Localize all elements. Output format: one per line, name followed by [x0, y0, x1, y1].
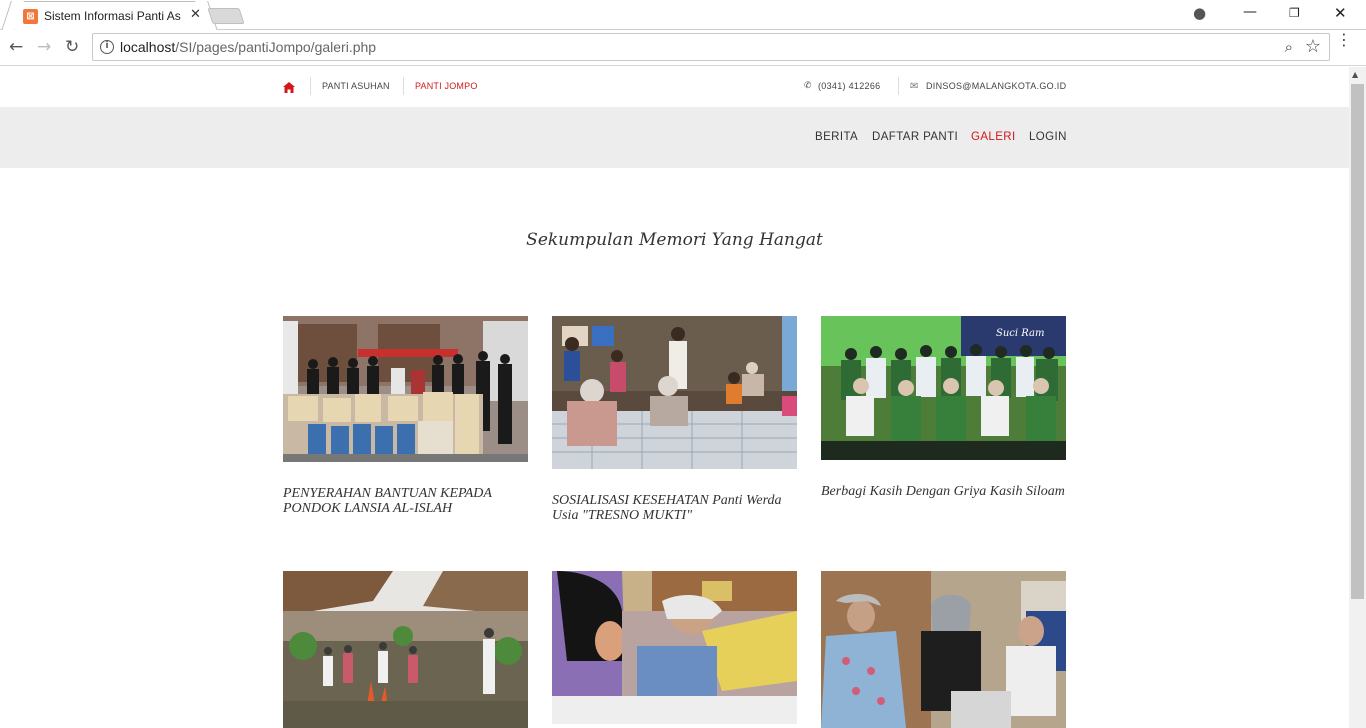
gallery-photo[interactable] [283, 571, 528, 728]
restore-icon[interactable]: ❐ [1289, 6, 1300, 20]
minimize-icon[interactable]: — [1243, 4, 1257, 20]
scrollbar-thumb[interactable] [1351, 84, 1364, 599]
divider [403, 77, 404, 95]
close-tab-icon[interactable]: ✕ [190, 7, 201, 22]
nav-daftar-panti[interactable]: DAFTAR PANTI [872, 131, 958, 143]
gallery-caption[interactable]: PENYERAHAN BANTUAN KEPADA PONDOK LANSIA … [283, 486, 528, 516]
gallery-photo[interactable] [821, 571, 1066, 728]
gallery-photo[interactable]: Suci Ram [821, 316, 1066, 460]
gallery-photo[interactable] [552, 571, 797, 724]
xampp-favicon-icon: ⊠ [23, 9, 38, 24]
gallery-caption[interactable]: SOSIALISASI KESEHATAN Panti Werda Usia "… [552, 493, 797, 523]
browser-tab-strip: ⊠ Sistem Informasi Panti As ✕ ● — ❐ ✕ [0, 0, 1366, 31]
url-host: localhost [120, 39, 176, 55]
info-icon[interactable]: i [100, 40, 114, 54]
reload-icon[interactable]: ↻ [65, 37, 79, 57]
envelope-icon: ✉ [910, 81, 919, 92]
url-text[interactable]: localhost/SI/pages/pantiJompo/galeri.php [120, 39, 376, 55]
svg-text:Suci Ram: Suci Ram [996, 328, 1044, 339]
phone-icon: ✆ [804, 81, 812, 91]
main-navigation: BERITA DAFTAR PANTI GALERI LOGIN [0, 107, 1349, 168]
zoom-icon[interactable]: ⌕ [1285, 38, 1293, 56]
divider [898, 77, 899, 95]
divider [310, 77, 311, 95]
gallery-photo[interactable] [283, 316, 528, 462]
bookmark-star-icon[interactable]: ☆ [1305, 36, 1321, 57]
url-path: /SI/pages/pantiJompo/galeri.php [175, 39, 377, 55]
gallery-heading: Sekumpulan Memori Yang Hangat [526, 230, 823, 250]
browser-toolbar: ← → ↻ i localhost/SI/pages/pantiJompo/ga… [0, 30, 1366, 66]
scroll-up-arrow-icon[interactable]: ▲ [1352, 70, 1358, 79]
gallery-photo[interactable] [552, 316, 797, 469]
nav-berita[interactable]: BERITA [815, 131, 858, 143]
tab-title: Sistem Informasi Panti As [44, 9, 181, 23]
browser-menu-icon[interactable]: ⋮ [1336, 32, 1352, 48]
toplink-panti-jompo[interactable]: PANTI JOMPO [415, 81, 478, 91]
close-window-icon[interactable]: ✕ [1334, 4, 1347, 22]
email-address[interactable]: DINSOS@MALANGKOTA.GO.ID [926, 81, 1066, 91]
top-bar: PANTI ASUHAN PANTI JOMPO ✆ (0341) 412266… [0, 67, 1349, 107]
back-arrow-icon[interactable]: ← [9, 37, 23, 57]
address-bar[interactable]: i localhost/SI/pages/pantiJompo/galeri.p… [92, 33, 1330, 61]
toplink-panti-asuhan[interactable]: PANTI ASUHAN [322, 81, 390, 91]
web-page: PANTI ASUHAN PANTI JOMPO ✆ (0341) 412266… [0, 67, 1349, 728]
nav-galeri[interactable]: GALERI [971, 131, 1016, 143]
new-tab-button[interactable] [207, 8, 245, 24]
phone-number: (0341) 412266 [818, 81, 881, 91]
forward-arrow-icon[interactable]: → [37, 37, 51, 57]
nav-login[interactable]: LOGIN [1029, 131, 1067, 143]
profile-icon[interactable]: ● [1193, 4, 1206, 22]
gallery-caption[interactable]: Berbagi Kasih Dengan Griya Kasih Siloam [821, 484, 1066, 499]
browser-tab[interactable]: ⊠ Sistem Informasi Panti As ✕ [14, 1, 206, 31]
home-icon[interactable] [283, 82, 295, 96]
